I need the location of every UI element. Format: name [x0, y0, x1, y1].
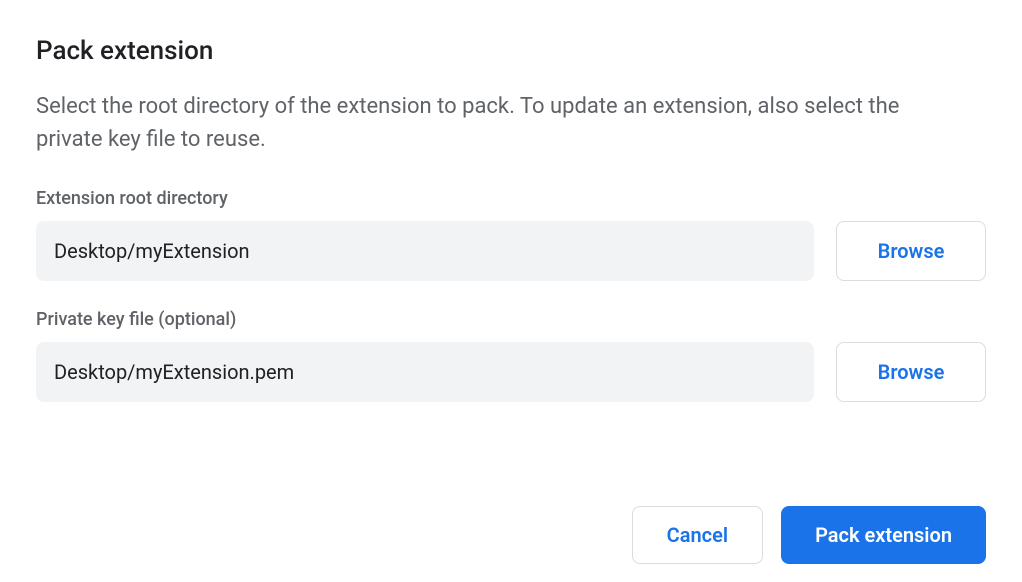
dialog-footer: Cancel Pack extension: [632, 506, 986, 564]
root-directory-label: Extension root directory: [36, 188, 986, 209]
pack-extension-button[interactable]: Pack extension: [781, 506, 986, 564]
private-key-label: Private key file (optional): [36, 309, 986, 330]
root-directory-row: Browse: [36, 221, 986, 281]
private-key-row: Browse: [36, 342, 986, 402]
cancel-button[interactable]: Cancel: [632, 506, 763, 564]
private-key-input[interactable]: [36, 342, 814, 402]
private-key-field-group: Private key file (optional) Browse: [36, 309, 986, 402]
dialog-title: Pack extension: [36, 36, 986, 66]
dialog-description: Select the root directory of the extensi…: [36, 90, 956, 156]
root-directory-browse-button[interactable]: Browse: [836, 221, 986, 281]
private-key-browse-button[interactable]: Browse: [836, 342, 986, 402]
root-directory-input[interactable]: [36, 221, 814, 281]
root-directory-field-group: Extension root directory Browse: [36, 188, 986, 281]
